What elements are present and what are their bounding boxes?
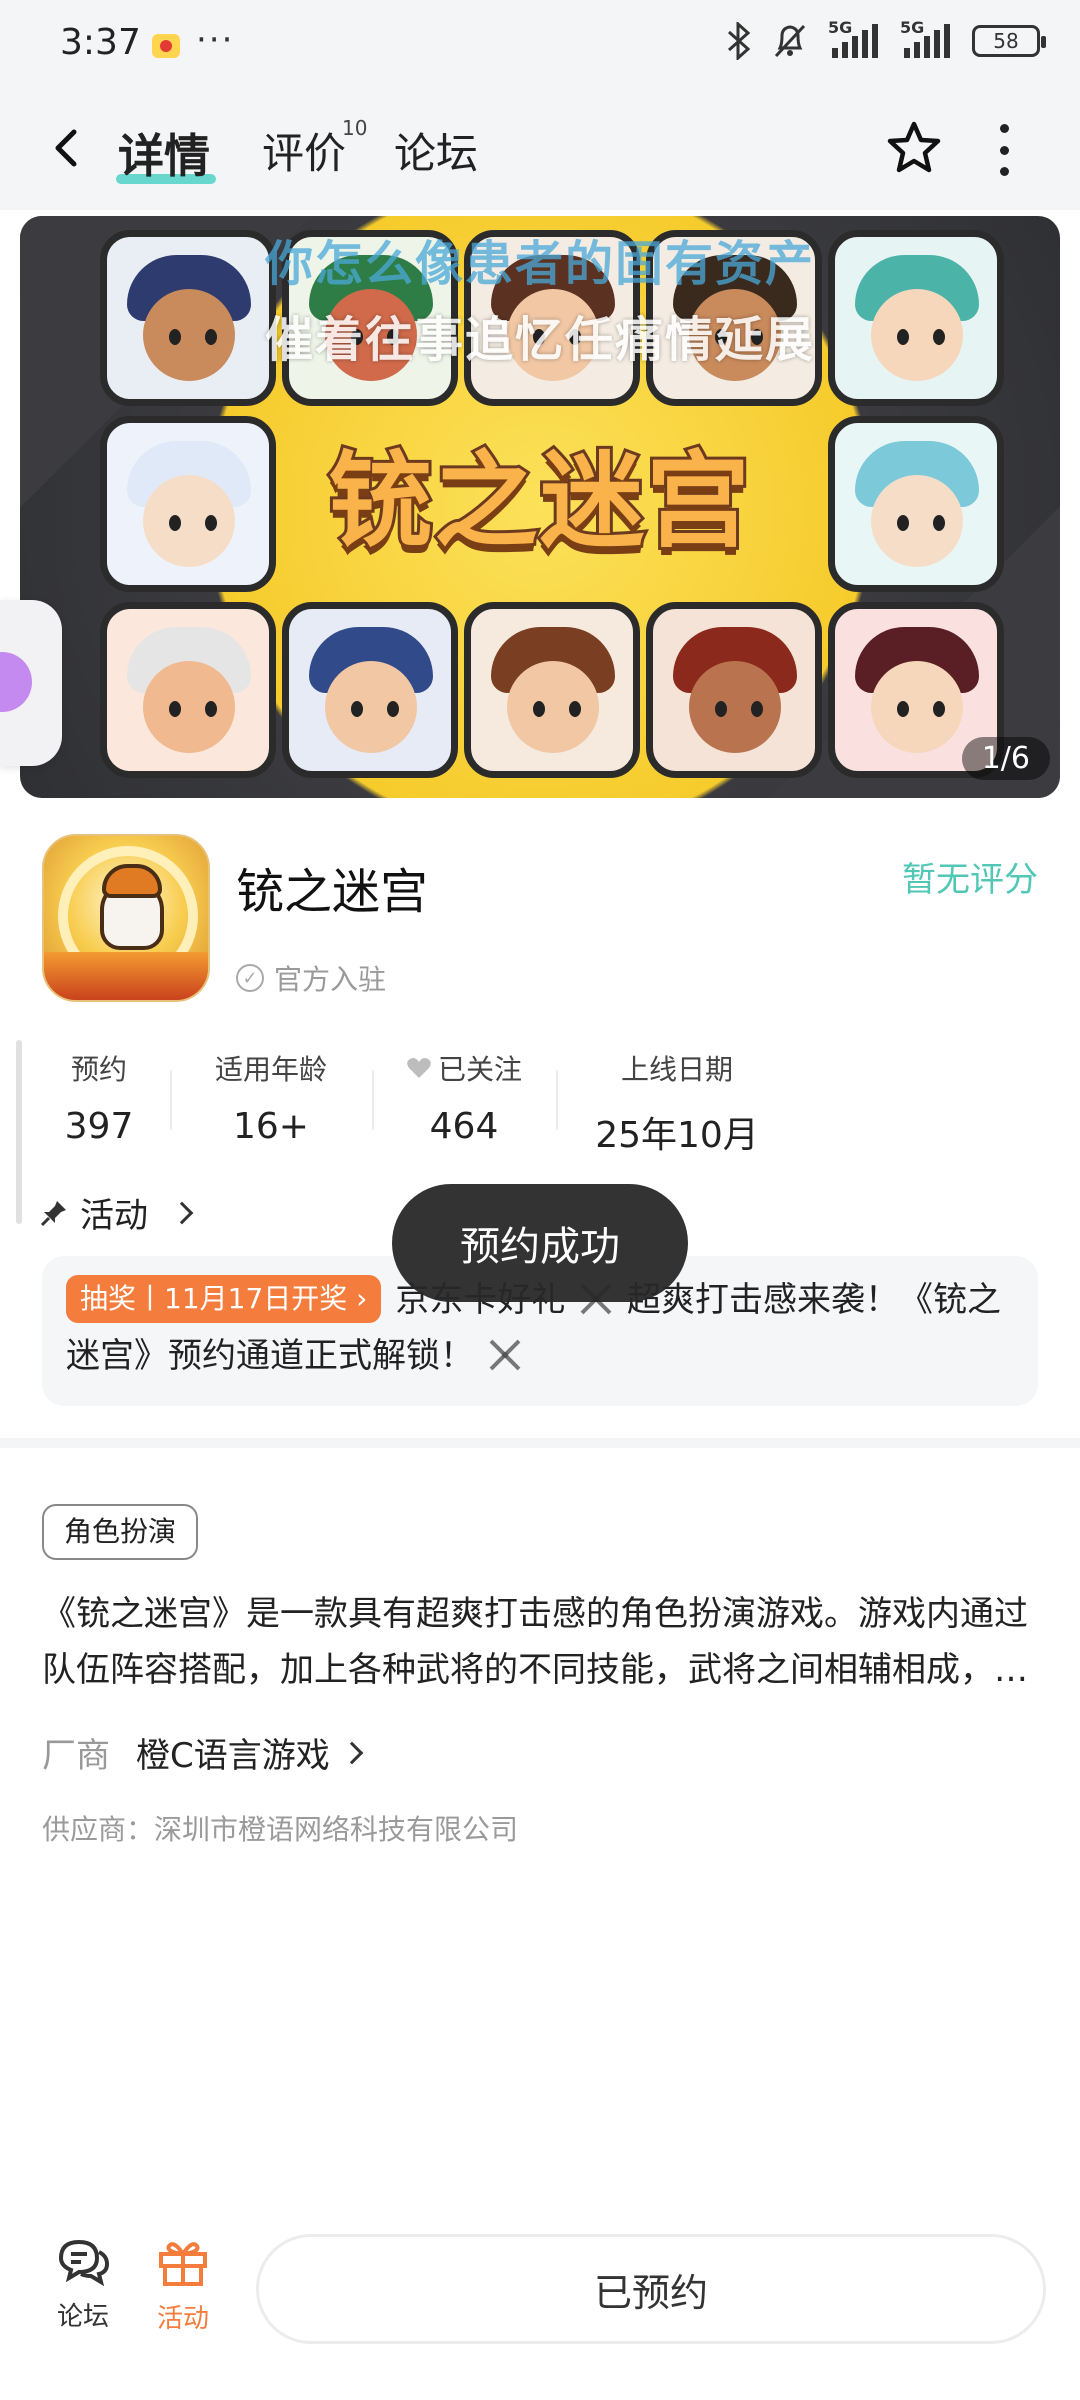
- stat-label: 适用年龄: [214, 1053, 327, 1086]
- stat-divider: [556, 1070, 558, 1130]
- rating-status: 暂无评分: [902, 860, 1038, 900]
- chevron-right-icon: [340, 1741, 364, 1764]
- game-title: 铳之迷宫: [236, 864, 429, 920]
- hero-portrait: [828, 416, 1004, 592]
- stat-launch-date: 上线日期 25年10月: [582, 1048, 772, 1158]
- banner-carousel[interactable]: 铳之迷宫 你怎么像患者的固有资产 催着往事追忆任痛情延展 1/6: [20, 216, 1060, 798]
- lottery-tag[interactable]: 抽奖丨11月17日开奖 ›: [66, 1275, 382, 1323]
- hero-portrait: [646, 602, 822, 778]
- vendor-row[interactable]: 厂商 橙C语言游戏: [42, 1728, 364, 1777]
- more-options-icon[interactable]: [994, 124, 1014, 176]
- stat-followers[interactable]: 已关注 464: [394, 1048, 534, 1147]
- game-app-icon: [42, 834, 210, 1002]
- activity-header-label: 活动: [80, 1196, 148, 1236]
- banner-lyric-line-1: 你怎么像患者的固有资产: [264, 236, 815, 292]
- hero-portrait: [100, 602, 276, 778]
- floating-assistant-bubble[interactable]: [0, 600, 62, 766]
- vendor-name: 橙C语言游戏: [136, 1736, 330, 1776]
- back-arrow-icon[interactable]: [48, 128, 88, 168]
- hero-portrait: [282, 602, 458, 778]
- tab-forum[interactable]: 论坛: [394, 120, 478, 181]
- hero-portrait: [100, 416, 276, 592]
- reservation-success-toast: 预约成功: [392, 1184, 688, 1302]
- heart-icon: [407, 1058, 431, 1078]
- signal-strength-icon: 5G: [900, 18, 952, 58]
- stat-reservations: 预约 397: [44, 1048, 154, 1147]
- banner-game-logo: 铳之迷宫: [320, 426, 760, 576]
- tab-reviews[interactable]: 评价: [262, 120, 346, 181]
- banner-logo-text: 铳之迷宫: [325, 437, 753, 565]
- activity-button[interactable]: 活动: [128, 2236, 238, 2335]
- stat-divider: [372, 1070, 374, 1130]
- stat-value: 25年10月: [595, 1115, 759, 1156]
- stat-value: 397: [64, 1106, 134, 1147]
- more-notifications-icon: ···: [196, 20, 235, 60]
- crossed-swords-icon: [489, 1339, 521, 1371]
- status-time: 3:37: [60, 22, 141, 63]
- bluetooth-icon: [727, 22, 751, 60]
- gift-icon: [159, 2242, 207, 2286]
- reviews-count-badge: 10: [342, 116, 368, 140]
- supplier-info: 供应商：深圳市橙语网络科技有限公司: [42, 1813, 519, 1846]
- chevron-right-icon: [170, 1201, 194, 1224]
- stat-age-rating: 适用年龄 16+: [196, 1048, 346, 1147]
- verified-label: 官方入驻: [274, 963, 387, 996]
- forum-button-label: 论坛: [56, 2302, 109, 2332]
- section-divider: [0, 1438, 1080, 1448]
- favorite-star-icon[interactable]: [884, 118, 944, 178]
- forum-chat-icon: [58, 2239, 110, 2287]
- verified-check-icon: ✓: [236, 964, 264, 992]
- activity-button-label: 活动: [156, 2304, 209, 2334]
- stat-value: 16+: [233, 1106, 309, 1147]
- weibo-notification-icon: [152, 34, 180, 58]
- vendor-label: 厂商: [42, 1736, 110, 1776]
- activity-section-header[interactable]: 活动: [40, 1188, 194, 1237]
- reserved-button[interactable]: 已预约: [256, 2234, 1046, 2344]
- battery-level: 58: [993, 29, 1019, 53]
- stat-divider: [170, 1070, 172, 1130]
- stats-scroll-indicator: [16, 1040, 22, 1224]
- hero-portrait: [464, 602, 640, 778]
- top-navigation: 详情 评价 10 论坛: [0, 90, 1080, 210]
- stat-value: 464: [429, 1106, 499, 1147]
- status-bar: 3:37 ··· 5G 5G 58: [0, 0, 1080, 90]
- official-verified-badge: ✓ 官方入驻: [236, 958, 386, 998]
- banner-page-counter: 1/6: [961, 737, 1050, 780]
- stat-label: 已关注: [437, 1053, 522, 1086]
- mute-bell-icon: [774, 24, 806, 58]
- stat-label: 上线日期: [620, 1053, 733, 1086]
- tab-details[interactable]: 详情: [118, 120, 210, 186]
- genre-tag[interactable]: 角色扮演: [42, 1504, 199, 1560]
- banner-lyric-line-2: 催着往事追忆任痛情延展: [264, 312, 815, 368]
- stat-label: 预约: [70, 1053, 127, 1086]
- game-description[interactable]: 《铳之迷宫》是一款具有超爽打击感的角色扮演游戏。游戏内通过队伍阵容搭配，加上各种…: [42, 1586, 1032, 1698]
- battery-icon: 58: [972, 25, 1046, 57]
- forum-button[interactable]: 论坛: [28, 2236, 138, 2333]
- bottom-action-bar: 论坛 活动 已预约: [0, 2206, 1080, 2400]
- pin-icon: [40, 1200, 66, 1226]
- signal-strength-icon: 5G: [828, 18, 880, 58]
